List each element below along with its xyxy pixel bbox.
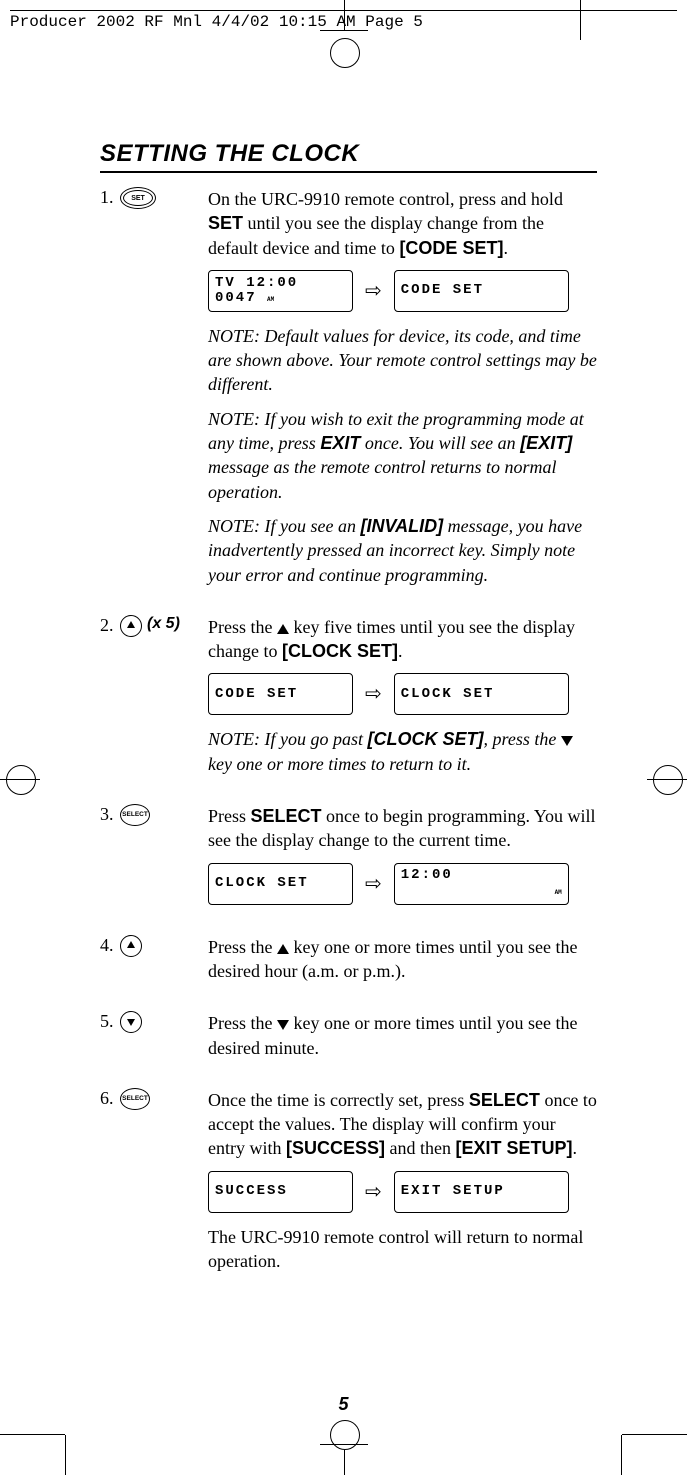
lcd-display: CLOCK SET <box>208 863 353 905</box>
step-5-text: Press the key one or more times until yo… <box>208 1011 597 1060</box>
step-4: 4. Press the key one or more times until… <box>100 935 597 994</box>
select-button-icon: SELECT <box>120 1088 150 1110</box>
step-2: 2. (x 5) Press the key five times until … <box>100 615 597 786</box>
lcd-display: CODE SET <box>394 270 569 312</box>
step-number: 2. <box>100 615 115 636</box>
note-text: NOTE: If you see an [INVALID] message, y… <box>208 514 597 587</box>
step-3: 3. SELECT Press SELECT once to begin pro… <box>100 804 597 917</box>
repeat-count: (x 5) <box>147 615 180 633</box>
arrow-right-icon: ⇨ <box>365 281 382 301</box>
step-1-text: On the URC-9910 remote control, press an… <box>208 187 597 260</box>
step-number: 6. <box>100 1088 115 1109</box>
note-text: NOTE: Default values for device, its cod… <box>208 324 597 397</box>
arrow-right-icon: ⇨ <box>365 874 382 894</box>
up-arrow-button-icon <box>120 615 142 637</box>
step-4-text: Press the key one or more times until yo… <box>208 935 597 984</box>
cropmark-left <box>0 755 40 805</box>
arrow-right-icon: ⇨ <box>365 684 382 704</box>
step-number: 4. <box>100 935 115 956</box>
lcd-display: SUCCESS <box>208 1171 353 1213</box>
cropmark-right <box>647 755 687 805</box>
note-text: NOTE: If you wish to exit the programmin… <box>208 407 597 504</box>
set-button-icon: SET <box>120 187 156 209</box>
lcd-display: TV 12:00 0047 AM <box>208 270 353 312</box>
step-5: 5. Press the key one or more times until… <box>100 1011 597 1070</box>
down-arrow-icon <box>561 736 573 746</box>
cropmark-bottom <box>320 1415 370 1475</box>
step-1: 1. SET On the URC-9910 remote control, p… <box>100 187 597 597</box>
step-6: 6. SELECT Once the time is correctly set… <box>100 1088 597 1283</box>
corner-mark <box>0 1434 65 1435</box>
step-number: 5. <box>100 1011 115 1032</box>
section-title: SETTING THE CLOCK <box>100 140 597 173</box>
step-3-text: Press SELECT once to begin programming. … <box>208 804 597 853</box>
arrow-right-icon: ⇨ <box>365 1182 382 1202</box>
corner-mark <box>621 1435 622 1475</box>
corner-mark <box>580 0 581 40</box>
up-arrow-icon <box>277 624 289 634</box>
step-6-text: Once the time is correctly set, press SE… <box>208 1088 597 1161</box>
corner-mark <box>65 1435 66 1475</box>
lcd-display: CLOCK SET <box>394 673 569 715</box>
note-text: NOTE: If you go past [CLOCK SET], press … <box>208 727 597 776</box>
down-arrow-button-icon <box>120 1011 142 1033</box>
select-button-icon: SELECT <box>120 804 150 826</box>
up-arrow-icon <box>277 944 289 954</box>
down-arrow-icon <box>277 1020 289 1030</box>
cropmark-top <box>320 0 370 70</box>
up-arrow-button-icon <box>120 935 142 957</box>
lcd-display: 12:00 AM <box>394 863 569 905</box>
lcd-display: EXIT SETUP <box>394 1171 569 1213</box>
step-2-text: Press the key five times until you see t… <box>208 615 597 664</box>
step-number: 1. <box>100 187 115 208</box>
lcd-display: CODE SET <box>208 673 353 715</box>
page-number: 5 <box>0 1394 687 1415</box>
corner-mark <box>622 1434 687 1435</box>
step-number: 3. <box>100 804 115 825</box>
step-6-trailing: The URC-9910 remote control will return … <box>208 1225 597 1274</box>
page-content: SETTING THE CLOCK 1. SET On the URC-9910… <box>100 140 597 1301</box>
